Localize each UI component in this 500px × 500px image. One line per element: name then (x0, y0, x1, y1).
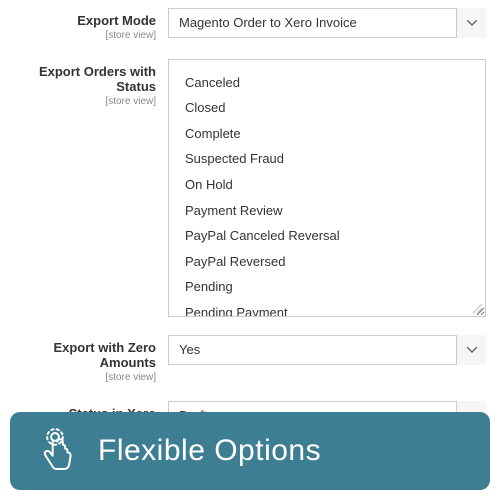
flexible-options-banner: Flexible Options (10, 412, 490, 490)
field-export-mode: Export Mode [store view] Magento Order t… (0, 8, 486, 41)
multiselect-option[interactable]: PayPal Canceled Reversal (183, 223, 475, 249)
zero-amounts-select[interactable]: Yes (168, 335, 486, 365)
label-col: Export Mode [store view] (0, 8, 168, 41)
field-label: Export Mode (0, 13, 156, 29)
multiselect-option[interactable]: Closed (183, 95, 475, 121)
multiselect-option[interactable]: Pending (183, 274, 475, 300)
field-export-status: Export Orders with Status [store view] C… (0, 59, 486, 317)
select-value: Yes (168, 335, 486, 365)
field-scope: [store view] (0, 96, 156, 107)
field-zero-amounts: Export with Zero Amounts [store view] Ye… (0, 335, 486, 383)
settings-form: Export Mode [store view] Magento Order t… (0, 0, 500, 433)
chevron-down-icon (456, 335, 486, 365)
export-status-multiselect[interactable]: CanceledClosedCompleteSuspected FraudOn … (168, 59, 486, 317)
chevron-down-icon (456, 8, 486, 38)
field-label: Export Orders with Status (0, 64, 156, 95)
multiselect-option[interactable]: On Hold (183, 172, 475, 198)
multiselect-option[interactable]: Pending Payment (183, 300, 475, 317)
multiselect-option[interactable]: Suspected Fraud (183, 146, 475, 172)
control-col: Yes (168, 335, 486, 365)
banner-text: Flexible Options (98, 434, 321, 468)
multiselect-option[interactable]: PayPal Reversed (183, 249, 475, 275)
touch-hand-icon (30, 426, 80, 476)
label-col: Export Orders with Status [store view] (0, 59, 168, 107)
multiselect-option[interactable]: Complete (183, 121, 475, 147)
multiselect-option[interactable]: Payment Review (183, 198, 475, 224)
select-value: Magento Order to Xero Invoice (168, 8, 486, 38)
field-label: Export with Zero Amounts (0, 340, 156, 371)
label-col: Export with Zero Amounts [store view] (0, 335, 168, 383)
resize-handle-icon (471, 302, 483, 314)
export-mode-select[interactable]: Magento Order to Xero Invoice (168, 8, 486, 38)
control-col: Magento Order to Xero Invoice (168, 8, 486, 38)
multiselect-option[interactable]: Canceled (183, 70, 475, 96)
field-scope: [store view] (0, 30, 156, 41)
field-scope: [store view] (0, 372, 156, 383)
control-col: CanceledClosedCompleteSuspected FraudOn … (168, 59, 486, 317)
